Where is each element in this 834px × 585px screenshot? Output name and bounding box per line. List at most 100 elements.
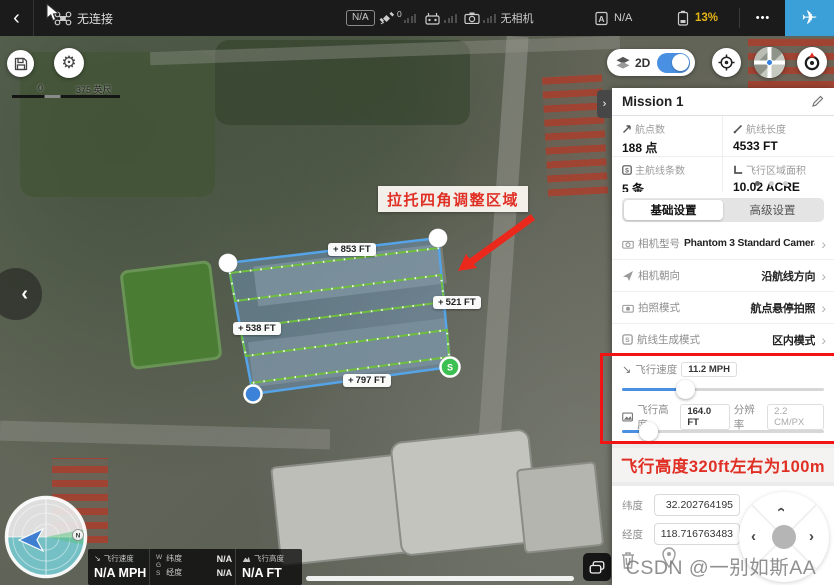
plus-icon: + xyxy=(438,297,444,308)
wgs-label: WGS xyxy=(156,554,162,585)
telemetry-speed: ↘飞行速度 N/A MPH xyxy=(88,549,150,585)
compass-reset-button[interactable] xyxy=(797,47,827,77)
edge-length-bottom: +797 FT xyxy=(343,374,391,387)
minimap-button[interactable] xyxy=(754,47,785,78)
status-top-bar: ‹ 无连接 N/A 0 xyxy=(0,0,834,36)
app-screen: S +853 FT +521 FT +538 FT +797 FT 拉托四角调整… xyxy=(0,0,834,585)
mode-label: 2D xyxy=(635,56,650,70)
back-button[interactable]: ‹ xyxy=(0,0,34,36)
minimap-preview xyxy=(754,47,785,78)
back-icon: ‹ xyxy=(13,7,20,30)
tab-basic-settings[interactable]: 基础设置 xyxy=(624,200,723,220)
setting-camera-heading[interactable]: 相机朝向 沿航线方向 › xyxy=(612,260,834,292)
speed-arrow-icon: ↘ xyxy=(94,554,101,563)
speed-slider-knob[interactable] xyxy=(676,380,695,399)
nudge-up-button[interactable]: › xyxy=(773,507,788,512)
photo-mode-icon xyxy=(622,303,634,313)
panel-collapse-tab[interactable]: › xyxy=(597,90,612,118)
svg-text:A: A xyxy=(598,14,604,24)
locate-button[interactable] xyxy=(712,48,741,77)
altitude-slider[interactable] xyxy=(622,430,824,433)
gps-status: 0 xyxy=(379,0,416,36)
tab-advanced-settings[interactable]: 高级设置 xyxy=(723,200,822,220)
mouse-cursor xyxy=(46,3,61,22)
svg-text:N: N xyxy=(76,533,81,540)
route-mode-icon: S xyxy=(622,334,633,345)
chevron-right-icon: › xyxy=(821,332,826,348)
target-icon xyxy=(718,54,735,71)
edge-length-right: +521 FT xyxy=(433,296,481,309)
connection-status: 无连接 xyxy=(54,0,113,36)
altitude-slider-row: 飞行高度 164.0 FT 分辨率 2.2 CM/PX xyxy=(612,402,834,432)
altitude-value: 164.0 FT xyxy=(680,404,729,430)
edge-length-left: +538 FT xyxy=(233,322,281,335)
stats-page-dots[interactable] xyxy=(755,181,788,186)
map-sports-field xyxy=(119,260,223,370)
telemetry-bar: ↘飞行速度 N/A MPH WGS 纬度N/A 经度N/A 飞行高度 N/A F… xyxy=(88,549,302,585)
telemetry-coords: WGS 纬度N/A 经度N/A xyxy=(150,549,236,585)
nudge-left-button[interactable]: ‹ xyxy=(751,529,756,544)
attitude-compass[interactable]: N xyxy=(4,495,88,579)
more-icon: ••• xyxy=(756,12,771,24)
gear-icon: ⚙ xyxy=(61,53,76,73)
scale-zero-label: 0 xyxy=(38,83,43,93)
route-length-icon xyxy=(733,124,743,134)
nudge-right-button[interactable]: › xyxy=(809,529,814,544)
longitude-input[interactable]: 118.716763483 xyxy=(654,523,740,545)
remote-controller-icon xyxy=(424,11,441,25)
setting-camera-model[interactable]: 相机型号 Phantom 3 Standard Camera › xyxy=(612,228,834,260)
start-flight-button[interactable]: ✈ xyxy=(785,0,834,36)
dpad-center[interactable] xyxy=(772,525,796,549)
photos-icon xyxy=(588,559,606,575)
chevron-right-icon: › xyxy=(821,300,826,316)
gps-signal-bars xyxy=(404,13,417,23)
battery-icon xyxy=(676,10,690,26)
speed-arrow-icon: ↘ xyxy=(622,363,631,376)
flight-sliders: ↘ 飞行速度 11.2 MPH 飞行高度 164.0 FT 分辨率 2.2 CM… xyxy=(612,356,834,444)
edit-pencil-icon[interactable] xyxy=(811,95,824,108)
mission-title: Mission 1 xyxy=(622,94,811,109)
telemetry-altitude: 飞行高度 N/A FT xyxy=(236,549,302,585)
divider xyxy=(739,8,740,28)
chevron-left-icon: ‹ xyxy=(21,283,28,306)
stat-route-length: 航线长度 4533 FT xyxy=(723,116,834,157)
media-button[interactable] xyxy=(583,553,611,581)
flight-mode-status: A N/A xyxy=(594,0,632,36)
area-ruler-icon xyxy=(733,165,743,175)
annotation-note: 飞行高度320ft左右为100m xyxy=(612,448,834,482)
map-scale-bar xyxy=(12,95,120,98)
layers-icon xyxy=(616,56,630,70)
altitude-slider-knob[interactable] xyxy=(639,422,658,441)
chevron-right-icon: › xyxy=(821,236,826,252)
setting-route-mode[interactable]: S 航线生成模式 区内模式 › xyxy=(612,324,834,356)
camera-icon xyxy=(464,12,480,24)
plus-icon: + xyxy=(333,244,339,255)
edge-length-top: +853 FT xyxy=(328,243,376,256)
camera-icon xyxy=(622,239,634,249)
latitude-input[interactable]: 32.202764195 xyxy=(654,494,740,516)
mode-switch[interactable] xyxy=(657,53,690,73)
map-mode-toggle[interactable]: 2D xyxy=(607,49,695,76)
signal-badge: N/A xyxy=(346,0,375,36)
map-park xyxy=(20,52,215,197)
checklist-icon: A xyxy=(594,11,609,26)
heading-icon xyxy=(622,270,634,282)
speed-slider[interactable] xyxy=(622,388,824,391)
more-button[interactable]: ••• xyxy=(748,0,778,36)
plus-icon: + xyxy=(348,375,354,386)
resolution-value: 2.2 CM/PX xyxy=(767,404,824,430)
annotation-tip: 拉托四角调整区域 xyxy=(378,186,528,212)
rc-status xyxy=(424,0,457,36)
chevron-right-icon: › xyxy=(603,98,607,110)
setting-photo-mode[interactable]: 拍照模式 航点悬停拍照 › xyxy=(612,292,834,324)
compass-icon xyxy=(802,52,822,72)
chevron-right-icon: › xyxy=(821,268,826,284)
save-button[interactable] xyxy=(7,50,34,77)
settings-button[interactable]: ⚙ xyxy=(54,48,84,78)
altitude-icon xyxy=(242,555,251,563)
camera-signal-bars xyxy=(483,13,496,23)
battery-status: 13% xyxy=(676,0,718,36)
plus-icon: + xyxy=(238,323,244,334)
home-indicator[interactable] xyxy=(306,576,574,581)
settings-tabs: 基础设置 高级设置 xyxy=(612,192,834,228)
